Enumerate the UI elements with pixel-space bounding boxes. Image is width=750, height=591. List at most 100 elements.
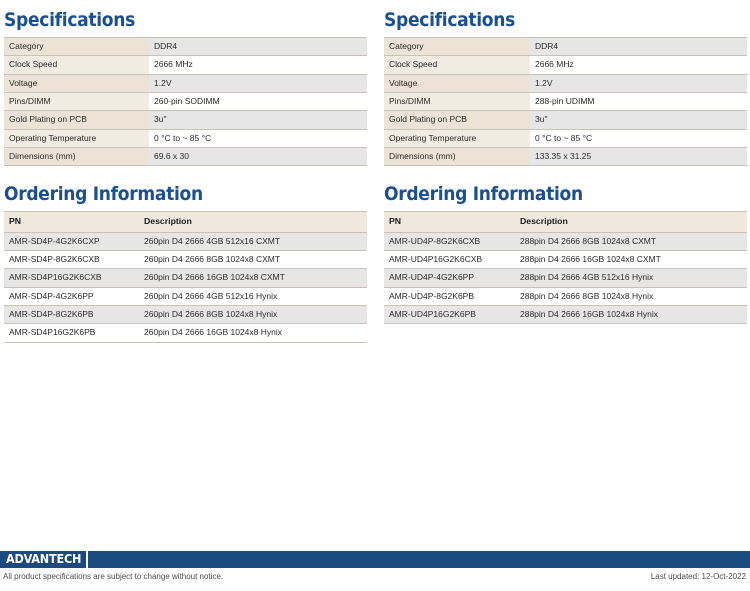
column-udimm: Specifications Category DDR4 Clock Speed… <box>375 0 750 343</box>
order-description: 260pin D4 2666 4GB 512x16 CXMT <box>139 231 367 252</box>
footer-disclaimer: All product specifications are subject t… <box>3 572 224 581</box>
spec-label: Gold Plating on PCB <box>4 110 149 130</box>
ordering-header-left: PN Description <box>4 211 367 233</box>
order-description: 260pin D4 2666 8GB 1024x8 CXMT <box>139 249 367 270</box>
table-row: Clock Speed 2666 MHz <box>384 55 747 75</box>
column-header-pn: PN <box>384 211 515 233</box>
table-row: Dimensions (mm) 133.35 x 31.25 <box>384 146 747 167</box>
spec-value: 3u" <box>530 110 747 130</box>
spec-value: 1.2V <box>149 73 367 93</box>
spec-label: Category <box>4 36 149 57</box>
column-header-description: Description <box>139 211 367 233</box>
order-description: 260pin D4 2666 8GB 1024x8 Hynix <box>139 305 367 325</box>
ordering-body-right: AMR-UD4P-8G2K6CXB 288pin D4 2666 8GB 102… <box>384 231 747 325</box>
specifications-table-right: Category DDR4 Clock Speed 2666 MHz Volta… <box>384 36 747 167</box>
page-title-specifications-right: Specifications <box>384 9 515 31</box>
column-header-description: Description <box>515 211 747 233</box>
table-row: Operating Temperature 0 °C to ~ 85 °C <box>384 128 747 148</box>
table-row: AMR-SD4P16G2K6CXB 260pin D4 2666 16GB 10… <box>4 268 367 288</box>
table-row: Pins/DIMM 260-pin SODIMM <box>4 91 367 112</box>
order-description: 288pin D4 2666 8GB 1024x8 Hynix <box>515 286 747 307</box>
spec-value: DDR4 <box>149 36 367 57</box>
order-description: 260pin D4 2666 16GB 1024x8 CXMT <box>139 268 367 288</box>
spec-value: 2666 MHz <box>530 55 747 75</box>
page-title-specifications-left: Specifications <box>4 9 135 31</box>
table-row: AMR-UD4P-8G2K6PB 288pin D4 2666 8GB 1024… <box>384 286 747 307</box>
footer-brand-bar: ADVANTECH <box>0 551 750 568</box>
order-pn: AMR-SD4P-4G2K6PP <box>4 286 139 307</box>
order-pn: AMR-SD4P16G2K6PB <box>4 323 139 343</box>
table-header-row: PN Description <box>384 211 747 233</box>
table-row: Dimensions (mm) 69.6 x 30 <box>4 146 367 167</box>
spec-label: Voltage <box>4 73 149 93</box>
spec-value: 0 °C to ~ 85 °C <box>149 128 367 148</box>
table-row: Clock Speed 2666 MHz <box>4 55 367 75</box>
spec-label: Clock Speed <box>4 55 149 75</box>
order-description: 260pin D4 2666 4GB 512x16 Hynix <box>139 286 367 307</box>
advantech-logo-text: ADVANTECH <box>6 551 82 567</box>
table-row: Category DDR4 <box>384 36 747 57</box>
table-row: Voltage 1.2V <box>384 73 747 93</box>
ordering-body-left: AMR-SD4P-4G2K6CXP 260pin D4 2666 4GB 512… <box>4 231 367 343</box>
table-header-row: PN Description <box>4 211 367 233</box>
spec-value: 133.35 x 31.25 <box>530 146 747 167</box>
page-title-ordering-left: Ordering Information <box>4 183 203 206</box>
column-sodimm: Specifications Category DDR4 Clock Speed… <box>0 0 375 343</box>
spec-value: 260-pin SODIMM <box>149 91 367 112</box>
table-row: AMR-SD4P-8G2K6CXB 260pin D4 2666 8GB 102… <box>4 249 367 270</box>
table-row: Pins/DIMM 288-pin UDIMM <box>384 91 747 112</box>
table-row: AMR-UD4P-4G2K6PP 288pin D4 2666 4GB 512x… <box>384 268 747 288</box>
spec-label: Voltage <box>384 73 530 93</box>
table-row: AMR-UD4P16G2K6CXB 288pin D4 2666 16GB 10… <box>384 249 747 270</box>
page-footer: ADVANTECH All product specifications are… <box>0 551 750 581</box>
order-description: 288pin D4 2666 8GB 1024x8 CXMT <box>515 231 747 252</box>
table-row: AMR-SD4P-8G2K6PB 260pin D4 2666 8GB 1024… <box>4 305 367 325</box>
table-row: Voltage 1.2V <box>4 73 367 93</box>
table-row: AMR-SD4P16G2K6PB 260pin D4 2666 16GB 102… <box>4 323 367 343</box>
table-row: Gold Plating on PCB 3u" <box>4 110 367 130</box>
specifications-body-right: Category DDR4 Clock Speed 2666 MHz Volta… <box>384 36 747 167</box>
spec-value: 3u" <box>149 110 367 130</box>
spec-label: Dimensions (mm) <box>4 146 149 167</box>
ordering-table-left: PN Description AMR-SD4P-4G2K6CXP 260pin … <box>4 211 367 343</box>
order-pn: AMR-SD4P16G2K6CXB <box>4 268 139 288</box>
spec-value: 69.6 x 30 <box>149 146 367 167</box>
column-header-pn: PN <box>4 211 139 233</box>
table-row: AMR-UD4P16G2K6PB 288pin D4 2666 16GB 102… <box>384 305 747 325</box>
spec-value: DDR4 <box>530 36 747 57</box>
order-pn: AMR-SD4P-8G2K6PB <box>4 305 139 325</box>
order-pn: AMR-UD4P-8G2K6PB <box>384 286 515 307</box>
datasheet-page: Specifications Category DDR4 Clock Speed… <box>0 0 750 591</box>
spec-value: 2666 MHz <box>149 55 367 75</box>
table-row: AMR-SD4P-4G2K6CXP 260pin D4 2666 4GB 512… <box>4 231 367 252</box>
table-row: AMR-UD4P-8G2K6CXB 288pin D4 2666 8GB 102… <box>384 231 747 252</box>
footer-text-row: All product specifications are subject t… <box>0 568 750 581</box>
spec-value: 1.2V <box>530 73 747 93</box>
spec-label: Operating Temperature <box>4 128 149 148</box>
order-description: 288pin D4 2666 4GB 512x16 Hynix <box>515 268 747 288</box>
spec-label: Clock Speed <box>384 55 530 75</box>
table-row: Gold Plating on PCB 3u" <box>384 110 747 130</box>
order-pn: AMR-SD4P-4G2K6CXP <box>4 231 139 252</box>
specifications-body-left: Category DDR4 Clock Speed 2666 MHz Volta… <box>4 36 367 167</box>
ordering-table-right: PN Description AMR-UD4P-8G2K6CXB 288pin … <box>384 211 747 325</box>
logo-divider <box>86 551 89 568</box>
spec-label: Pins/DIMM <box>4 91 149 112</box>
order-description: 288pin D4 2666 16GB 1024x8 Hynix <box>515 305 747 325</box>
order-pn: AMR-SD4P-8G2K6CXB <box>4 249 139 270</box>
spec-label: Dimensions (mm) <box>384 146 530 167</box>
table-row: AMR-SD4P-4G2K6PP 260pin D4 2666 4GB 512x… <box>4 286 367 307</box>
order-description: 288pin D4 2666 16GB 1024x8 CXMT <box>515 249 747 270</box>
table-row: Operating Temperature 0 °C to ~ 85 °C <box>4 128 367 148</box>
spec-label: Gold Plating on PCB <box>384 110 530 130</box>
spec-value: 0 °C to ~ 85 °C <box>530 128 747 148</box>
order-pn: AMR-UD4P-4G2K6PP <box>384 268 515 288</box>
spec-label: Pins/DIMM <box>384 91 530 112</box>
specifications-table-left: Category DDR4 Clock Speed 2666 MHz Volta… <box>4 36 367 167</box>
order-description: 260pin D4 2666 16GB 1024x8 Hynix <box>139 323 367 343</box>
ordering-header-right: PN Description <box>384 211 747 233</box>
page-title-ordering-right: Ordering Information <box>384 183 583 206</box>
spec-value: 288-pin UDIMM <box>530 91 747 112</box>
spec-label: Operating Temperature <box>384 128 530 148</box>
order-pn: AMR-UD4P-8G2K6CXB <box>384 231 515 252</box>
